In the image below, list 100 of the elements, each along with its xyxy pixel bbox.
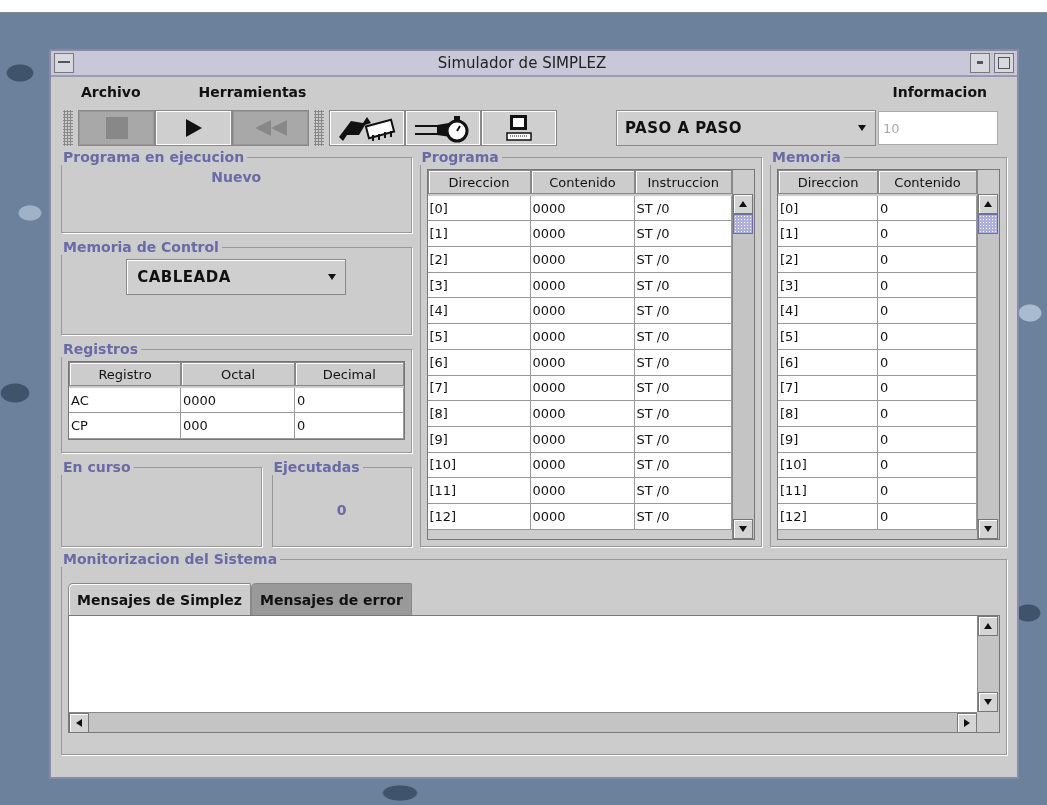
table-cell: [0] bbox=[427, 195, 531, 222]
table-cell: [7] bbox=[778, 375, 879, 402]
group-title: Memoria bbox=[771, 149, 842, 165]
table-cell: 0000 bbox=[181, 387, 295, 414]
toolbar-grip[interactable] bbox=[63, 110, 73, 146]
table-cell: 0000 bbox=[530, 375, 635, 402]
table-cell: 0 bbox=[878, 221, 977, 248]
minimize-button[interactable] bbox=[970, 53, 990, 73]
toolbar-grip[interactable] bbox=[314, 110, 324, 146]
group-title: Monitorizacion del Sistema bbox=[62, 551, 279, 567]
column-header[interactable]: Instruccion bbox=[634, 170, 733, 194]
table-cell: [11] bbox=[427, 478, 531, 504]
table-cell: 0 bbox=[878, 375, 977, 402]
left-arrow-icon bbox=[74, 718, 84, 728]
table-cell: [11] bbox=[778, 478, 879, 504]
up-arrow-icon bbox=[738, 199, 749, 209]
table-cell: [4] bbox=[427, 298, 531, 325]
table-cell: ST /0 bbox=[634, 221, 733, 248]
table-cell: [9] bbox=[427, 426, 531, 453]
scroll-right-button[interactable] bbox=[957, 713, 977, 733]
table-cell: 0 bbox=[878, 195, 977, 222]
stopwatch-button[interactable] bbox=[406, 111, 480, 145]
scroll-up-button[interactable] bbox=[978, 616, 998, 636]
rewind-icon bbox=[254, 120, 287, 136]
tab[interactable]: Mensajes de Simplez bbox=[68, 583, 251, 615]
table-cell: AC bbox=[69, 387, 181, 414]
scroll-thumb[interactable] bbox=[978, 214, 998, 234]
table-cell: [6] bbox=[778, 349, 879, 376]
control-memory-dropdown[interactable]: CABLEADA bbox=[126, 259, 347, 295]
column-header[interactable]: Registro bbox=[69, 362, 181, 386]
executed-count: 0 bbox=[336, 501, 347, 518]
scroll-up-button[interactable] bbox=[733, 194, 754, 214]
scroll-thumb[interactable] bbox=[733, 214, 754, 234]
maximize-icon bbox=[998, 57, 1010, 69]
menu-item[interactable]: Herramientas bbox=[198, 84, 307, 100]
stop-icon bbox=[105, 117, 128, 139]
program-name: Nuevo bbox=[211, 169, 262, 185]
scroll-left-button[interactable] bbox=[69, 713, 89, 733]
mode-dropdown[interactable]: PASO A PASO bbox=[616, 110, 876, 146]
table-cell: 0 bbox=[878, 401, 977, 427]
table-cell: [1] bbox=[427, 221, 531, 248]
scroll-down-button[interactable] bbox=[733, 519, 754, 539]
table-cell: ST /0 bbox=[634, 401, 733, 427]
table-cell: 0 bbox=[878, 324, 977, 350]
computer-button[interactable] bbox=[482, 111, 556, 145]
table-cell: 0 bbox=[878, 478, 977, 504]
message-area[interactable] bbox=[68, 615, 1000, 733]
table-cell: 0000 bbox=[530, 452, 635, 479]
table-cell: ST /0 bbox=[634, 426, 733, 453]
table-cell: 0 bbox=[878, 298, 977, 325]
table-cell: [5] bbox=[778, 324, 879, 350]
table-cell: 0 bbox=[878, 247, 977, 273]
table-cell: [2] bbox=[427, 247, 531, 273]
chip-button[interactable] bbox=[330, 111, 404, 145]
caret-icon bbox=[327, 272, 338, 282]
table-cell: ST /0 bbox=[634, 247, 733, 273]
table-cell: ST /0 bbox=[634, 324, 733, 350]
window-menu-button[interactable] bbox=[54, 53, 74, 73]
table-cell: 0 bbox=[295, 413, 404, 440]
horizontal-scrollbar[interactable] bbox=[69, 712, 977, 732]
table-cell: 0000 bbox=[530, 503, 635, 530]
table-cell: CP bbox=[69, 413, 181, 440]
table-cell: 0000 bbox=[530, 349, 635, 376]
scroll-up-button[interactable] bbox=[978, 194, 998, 214]
up-arrow-icon bbox=[983, 621, 993, 631]
column-header[interactable]: Direccion bbox=[778, 170, 879, 194]
table-cell: 0 bbox=[878, 272, 977, 299]
table-cell: 0 bbox=[878, 452, 977, 479]
column-header[interactable]: Decimal bbox=[295, 362, 404, 386]
column-header[interactable]: Direccion bbox=[427, 170, 531, 194]
table-cell: 0000 bbox=[530, 221, 635, 248]
table-cell: ST /0 bbox=[634, 349, 733, 376]
table-cell: [12] bbox=[778, 503, 879, 530]
table-cell: [5] bbox=[427, 324, 531, 350]
table-cell: ST /0 bbox=[634, 452, 733, 479]
table-cell: 0000 bbox=[530, 401, 635, 427]
table-cell: 0000 bbox=[530, 478, 635, 504]
table-cell: ST /0 bbox=[634, 272, 733, 299]
group-title: Registros bbox=[62, 341, 139, 357]
column-header[interactable]: Contenido bbox=[878, 170, 977, 194]
table-cell: [6] bbox=[427, 349, 531, 376]
menu-item[interactable]: Archivo bbox=[81, 84, 141, 100]
menu-item[interactable]: Informacion bbox=[892, 84, 987, 100]
table-cell: [7] bbox=[427, 375, 531, 402]
maximize-button[interactable] bbox=[994, 53, 1014, 73]
computer-icon bbox=[506, 114, 532, 142]
scrollbar[interactable] bbox=[977, 170, 999, 539]
scroll-down-button[interactable] bbox=[978, 519, 998, 539]
scrollbar[interactable] bbox=[977, 616, 999, 712]
group-title: Memoria de Control bbox=[62, 239, 220, 255]
column-header[interactable]: Contenido bbox=[530, 170, 635, 194]
column-header[interactable]: Octal bbox=[181, 362, 295, 386]
tab[interactable]: Mensajes de error bbox=[251, 583, 412, 615]
scroll-down-button[interactable] bbox=[978, 692, 998, 712]
table-cell: [8] bbox=[427, 401, 531, 427]
scrollbar[interactable] bbox=[732, 170, 755, 539]
table-cell: ST /0 bbox=[634, 478, 733, 504]
group-title: Programa bbox=[420, 149, 500, 165]
table-cell: 0 bbox=[878, 349, 977, 376]
play-button[interactable] bbox=[156, 111, 231, 145]
